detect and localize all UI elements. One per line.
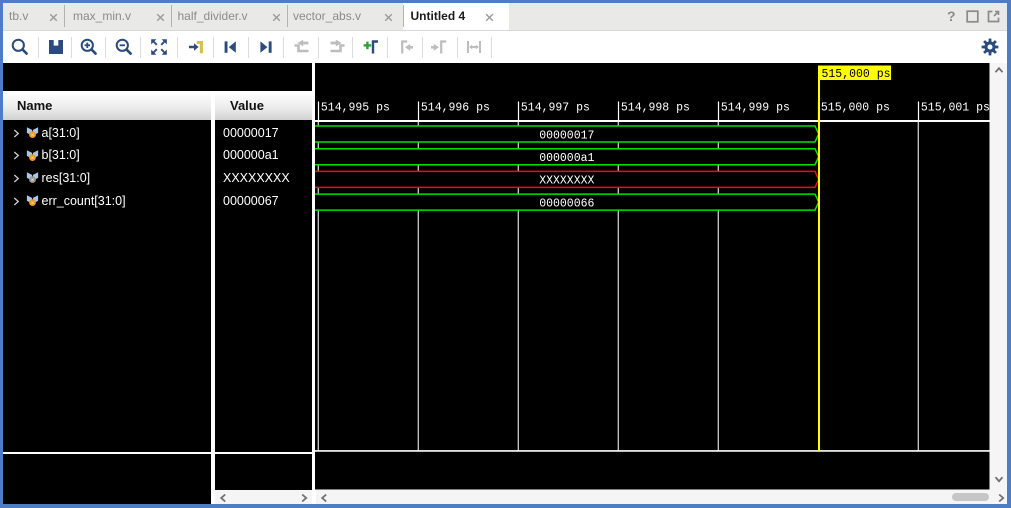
- svg-text:515,001 ps: 515,001 ps: [921, 102, 990, 115]
- svg-text:515,000 ps: 515,000 ps: [821, 102, 890, 115]
- svg-text:XXXXXXXX: XXXXXXXX: [539, 175, 594, 188]
- svg-text:514,999 ps: 514,999 ps: [721, 102, 790, 115]
- svg-text:00000017: 00000017: [539, 129, 594, 142]
- svg-text:515,000 ps: 515,000 ps: [822, 68, 891, 81]
- svg-text:514,996 ps: 514,996 ps: [421, 102, 490, 115]
- svg-text:514,997 ps: 514,997 ps: [521, 102, 590, 115]
- svg-text:000000a1: 000000a1: [539, 152, 594, 165]
- svg-text:00000066: 00000066: [539, 197, 594, 210]
- svg-text:514,998 ps: 514,998 ps: [621, 102, 690, 115]
- svg-text:514,995 ps: 514,995 ps: [321, 102, 390, 115]
